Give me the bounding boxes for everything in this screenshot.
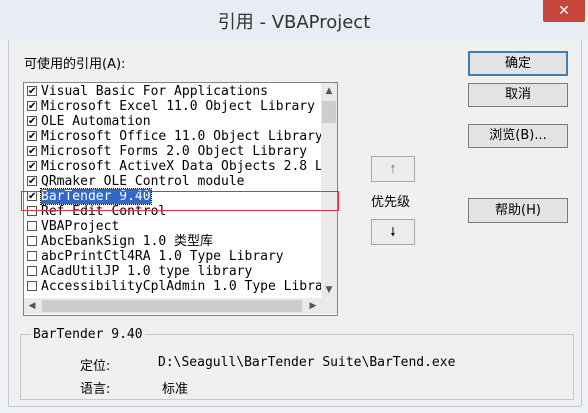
help-button[interactable]: 帮助(H) (468, 198, 568, 223)
horizontal-scrollbar[interactable]: ◀ ▶ (24, 298, 321, 314)
unchecked-checkbox[interactable] (27, 236, 37, 246)
reference-label: Microsoft Excel 11.0 Object Library (41, 99, 315, 114)
reference-item[interactable]: ✔ OLE Automation (24, 114, 321, 129)
unchecked-checkbox[interactable] (27, 251, 37, 261)
reference-item[interactable]: abcPrintCtl4RA 1.0 Type Library (24, 249, 321, 264)
checked-checkbox[interactable]: ✔ (27, 146, 37, 157)
reference-item[interactable]: ✔ Microsoft Forms 2.0 Object Library (24, 144, 321, 159)
scroll-left-button[interactable]: ◀ (24, 298, 40, 314)
location-label: 定位: (80, 359, 111, 374)
scroll-down-button[interactable]: ▼ (321, 282, 337, 298)
scroll-right-button[interactable]: ▶ (305, 298, 321, 314)
reference-label: QRmaker OLE Control module (41, 174, 245, 189)
close-button[interactable]: ✕ (543, 0, 585, 22)
reference-label: AccessibilityCplAdmin 1.0 Type Library (41, 279, 321, 294)
location-value: D:\Seagull\BarTender Suite\BarTend.exe (158, 355, 456, 370)
horizontal-scroll-thumb[interactable] (42, 300, 302, 312)
checked-checkbox[interactable]: ✔ (27, 116, 37, 127)
scroll-up-button[interactable]: ▲ (321, 83, 337, 99)
scrollbar-corner (321, 298, 337, 314)
highlight-annotation-box (21, 191, 339, 211)
ok-button[interactable]: 确定 (468, 51, 568, 76)
reference-item[interactable]: ✔ Visual Basic For Applications (24, 84, 321, 99)
reference-label: VBAProject (41, 219, 120, 234)
reference-item[interactable]: ✔ Microsoft Office 11.0 Object Library (24, 129, 321, 144)
priority-label: 优先级 (371, 195, 411, 210)
reference-label: Microsoft Office 11.0 Object Library (41, 129, 321, 144)
unchecked-checkbox[interactable] (27, 221, 37, 231)
unchecked-checkbox[interactable] (27, 266, 37, 276)
checked-checkbox[interactable]: ✔ (27, 101, 37, 112)
browse-button[interactable]: 浏览(B)... (468, 124, 568, 148)
reference-label: abcPrintCtl4RA 1.0 Type Library (41, 249, 284, 264)
reference-item[interactable]: ✔ Microsoft Excel 11.0 Object Library (24, 99, 321, 114)
dialog-body: 可使用的引用(A): ✔ Visual Basic For Application… (8, 40, 582, 407)
reference-item[interactable]: VBAProject (24, 219, 321, 234)
reference-item[interactable]: AccessibilityCplAdmin 1.0 Type Library (24, 279, 321, 294)
reference-item[interactable]: ✔ Microsoft ActiveX Data Objects 2.8 Libr… (24, 159, 321, 174)
checked-checkbox[interactable]: ✔ (27, 86, 37, 97)
move-down-button[interactable]: 🠗 (371, 219, 415, 245)
reference-details-group: BarTender 9.40 定位: D:\Seagull\BarTender … (20, 327, 574, 400)
cancel-button[interactable]: 取消 (468, 83, 568, 107)
available-references-label: 可使用的引用(A): (24, 57, 126, 72)
language-value: 标准 (162, 382, 189, 397)
checked-checkbox[interactable]: ✔ (27, 131, 37, 142)
reference-label: AbcEbankSign 1.0 类型库 (41, 234, 214, 249)
reference-label: Visual Basic For Applications (41, 84, 268, 99)
selected-reference-name: BarTender 9.40 (31, 327, 145, 342)
vertical-scroll-thumb[interactable] (322, 101, 336, 123)
checked-checkbox[interactable]: ✔ (27, 176, 37, 187)
title-bar: 引用 - VBAProject ✕ (0, 0, 588, 40)
reference-item[interactable]: ✔ QRmaker OLE Control module (24, 174, 321, 189)
reference-label: Microsoft ActiveX Data Objects 2.8 Libra… (41, 159, 321, 174)
language-label: 语言: (80, 382, 111, 397)
unchecked-checkbox[interactable] (27, 281, 37, 291)
window-title: 引用 - VBAProject (217, 12, 371, 33)
move-up-button[interactable]: 🠕 (371, 156, 415, 182)
reference-label: OLE Automation (41, 114, 151, 129)
reference-label: ACadUtilJP 1.0 type library (41, 264, 253, 279)
checked-checkbox[interactable]: ✔ (27, 161, 37, 172)
reference-item[interactable]: AbcEbankSign 1.0 类型库 (24, 234, 321, 249)
reference-label: Microsoft Forms 2.0 Object Library (41, 144, 308, 159)
reference-item[interactable]: ACadUtilJP 1.0 type library (24, 264, 321, 279)
